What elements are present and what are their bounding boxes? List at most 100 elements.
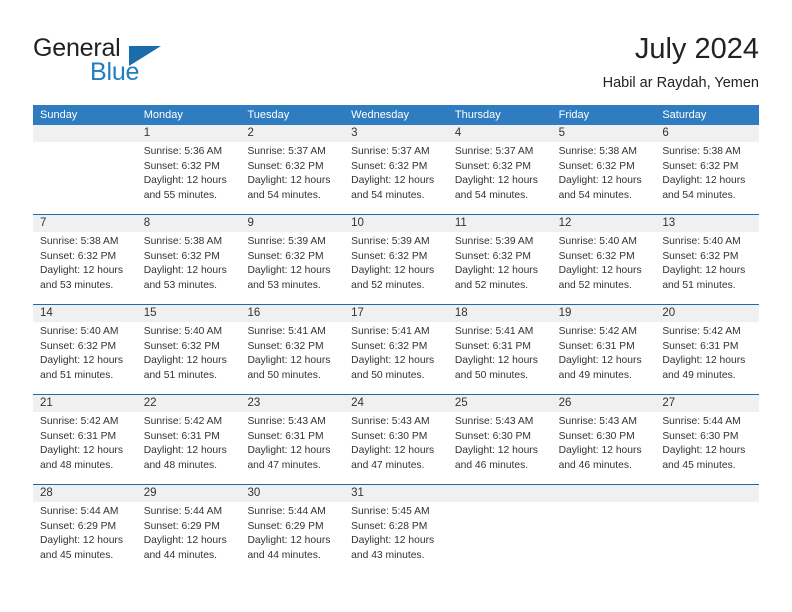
daylight-text-line2: and 46 minutes. — [454, 459, 529, 471]
day-number: 28 — [40, 487, 53, 499]
day-sun-info: Sunrise: 5:37 AM Sunset: 6:32 PM Daylight:… — [455, 145, 545, 203]
day-cell[interactable]: 28 Sunrise: 5:44 AM Sunset: 6:29 PM Dayligh… — [33, 485, 137, 574]
day-sun-info: Sunrise: 5:39 AM Sunset: 6:32 PM Daylight:… — [351, 235, 441, 293]
sunrise-text: Sunrise: 5:37 AM — [454, 146, 534, 157]
day-sun-info: Sunrise: 5:44 AM Sunset: 6:29 PM Daylight:… — [40, 505, 130, 563]
day-number: 24 — [351, 397, 364, 409]
sunset-text: Sunset: 6:31 PM — [454, 340, 532, 352]
day-cell[interactable]: 13 Sunrise: 5:40 AM Sunset: 6:32 PM Dayligh… — [655, 215, 759, 304]
sunset-text: Sunset: 6:32 PM — [143, 250, 220, 262]
daylight-text-line2: and 53 minutes. — [247, 279, 321, 291]
daylight-text-line1: Daylight: 12 hours — [662, 265, 746, 277]
day-cell[interactable]: 22 Sunrise: 5:42 AM Sunset: 6:31 PM Dayligh… — [137, 395, 241, 484]
daylight-text-line2: and 54 minutes. — [454, 189, 529, 201]
daylight-text-line1: Daylight: 12 hours — [454, 265, 538, 277]
daylight-text-line2: and 50 minutes. — [454, 369, 529, 381]
sunrise-text: Sunrise: 5:36 AM — [143, 146, 223, 157]
sunrise-text: Sunrise: 5:38 AM — [40, 236, 119, 247]
daylight-text-line1: Daylight: 12 hours — [143, 355, 227, 367]
daylight-text-line1: Daylight: 12 hours — [351, 535, 435, 547]
day-cell[interactable]: 16 Sunrise: 5:41 AM Sunset: 6:32 PM Dayligh… — [240, 305, 344, 394]
week-cells: 28 Sunrise: 5:44 AM Sunset: 6:29 PM Dayligh… — [33, 485, 759, 574]
day-sun-info: Sunrise: 5:41 AM Sunset: 6:31 PM Daylight:… — [455, 325, 545, 383]
day-number: 16 — [247, 307, 261, 319]
sunrise-text: Sunrise: 5:39 AM — [247, 236, 326, 247]
day-cell[interactable]: 11 Sunrise: 5:39 AM Sunset: 6:32 PM Dayligh… — [448, 215, 552, 304]
daylight-text-line1: Daylight: 12 hours — [247, 265, 331, 277]
day-sun-info: Sunrise: 5:42 AM Sunset: 6:31 PM Daylight:… — [662, 325, 752, 383]
day-cell[interactable]: 1 Sunrise: 5:36 AM Sunset: 6:32 PM Daylight… — [137, 125, 241, 214]
sunrise-text: Sunrise: 5:39 AM — [351, 236, 430, 247]
sunset-text: Sunset: 6:32 PM — [662, 250, 739, 262]
daylight-text-line1: Daylight: 12 hours — [247, 355, 331, 367]
page-subtitle: Habil ar Raydah, Yemen — [602, 75, 759, 91]
day-sun-info: Sunrise: 5:42 AM Sunset: 6:31 PM Daylight:… — [559, 325, 649, 383]
day-cell[interactable]: 14 Sunrise: 5:40 AM Sunset: 6:32 PM Dayligh… — [33, 305, 137, 394]
day-number: 31 — [351, 487, 364, 499]
day-cell[interactable]: 26 Sunrise: 5:43 AM Sunset: 6:30 PM Dayligh… — [552, 395, 656, 484]
sunset-text: Sunset: 6:32 PM — [351, 250, 428, 262]
sunset-text: Sunset: 6:32 PM — [40, 340, 117, 352]
day-cell[interactable]: 10 Sunrise: 5:39 AM Sunset: 6:32 PM Dayligh… — [344, 215, 448, 304]
sunset-text: Sunset: 6:31 PM — [247, 430, 324, 442]
sunset-text: Sunset: 6:32 PM — [454, 160, 532, 172]
day-sun-info: Sunrise: 5:44 AM Sunset: 6:29 PM Daylight:… — [247, 505, 337, 563]
sunrise-text: Sunrise: 5:41 AM — [247, 326, 326, 337]
general-blue-logo[interactable]: General Blue — [33, 32, 263, 90]
daylight-text-line1: Daylight: 12 hours — [351, 175, 435, 187]
sunset-text: Sunset: 6:30 PM — [454, 430, 532, 442]
day-cell[interactable]: 30 Sunrise: 5:44 AM Sunset: 6:29 PM Dayligh… — [240, 485, 344, 574]
day-cell[interactable]: 6 Sunrise: 5:38 AM Sunset: 6:32 PM Daylight… — [655, 125, 759, 214]
day-number: 22 — [143, 397, 157, 409]
day-cell[interactable]: 17 Sunrise: 5:41 AM Sunset: 6:32 PM Dayligh… — [344, 305, 448, 394]
sunrise-text: Sunrise: 5:43 AM — [454, 416, 534, 427]
day-cell[interactable]: 4 Sunrise: 5:37 AM Sunset: 6:32 PM Daylight… — [448, 125, 552, 214]
day-sun-info: Sunrise: 5:40 AM Sunset: 6:32 PM Daylight:… — [662, 235, 752, 293]
day-cell[interactable]: 25 Sunrise: 5:43 AM Sunset: 6:30 PM Dayligh… — [448, 395, 552, 484]
daylight-text-line2: and 43 minutes. — [351, 549, 425, 561]
day-cell[interactable]: 2 Sunrise: 5:37 AM Sunset: 6:32 PM Daylight… — [240, 125, 344, 214]
day-cell[interactable]: 31 Sunrise: 5:45 AM Sunset: 6:28 PM Dayligh… — [344, 485, 448, 574]
day-cell[interactable]: 24 Sunrise: 5:43 AM Sunset: 6:30 PM Dayligh… — [344, 395, 448, 484]
calendar-week-row: 1 Sunrise: 5:36 AM Sunset: 6:32 PM Daylight… — [33, 125, 759, 214]
day-cell[interactable]: 7 Sunrise: 5:38 AM Sunset: 6:32 PM Daylight… — [33, 215, 137, 304]
sunset-text: Sunset: 6:30 PM — [558, 430, 635, 442]
day-cell[interactable]: 9 Sunrise: 5:39 AM Sunset: 6:32 PM Daylight… — [240, 215, 344, 304]
weekday-wednesday: Wednesday — [351, 109, 410, 121]
day-cell[interactable]: 5 Sunrise: 5:38 AM Sunset: 6:32 PM Daylight… — [552, 125, 656, 214]
sunrise-text: Sunrise: 5:39 AM — [454, 236, 534, 247]
daylight-text-line2: and 54 minutes. — [558, 189, 632, 201]
daylight-text-line1: Daylight: 12 hours — [143, 175, 227, 187]
day-cell[interactable]: 29 Sunrise: 5:44 AM Sunset: 6:29 PM Dayligh… — [137, 485, 241, 574]
day-cell[interactable]: 8 Sunrise: 5:38 AM Sunset: 6:32 PM Daylight… — [137, 215, 241, 304]
day-cell[interactable]: 18 Sunrise: 5:41 AM Sunset: 6:31 PM Dayligh… — [448, 305, 552, 394]
day-sun-info: Sunrise: 5:42 AM Sunset: 6:31 PM Daylight:… — [144, 415, 234, 473]
daylight-text-line1: Daylight: 12 hours — [40, 535, 123, 547]
sunset-text: Sunset: 6:31 PM — [143, 430, 220, 442]
day-cell[interactable]: 23 Sunrise: 5:43 AM Sunset: 6:31 PM Dayligh… — [240, 395, 344, 484]
day-cell[interactable]: 20 Sunrise: 5:42 AM Sunset: 6:31 PM Dayligh… — [655, 305, 759, 394]
week-cells: 7 Sunrise: 5:38 AM Sunset: 6:32 PM Daylight… — [33, 215, 759, 304]
day-cell[interactable]: 19 Sunrise: 5:42 AM Sunset: 6:31 PM Dayligh… — [552, 305, 656, 394]
sunset-text: Sunset: 6:29 PM — [40, 520, 117, 532]
sunset-text: Sunset: 6:32 PM — [247, 250, 324, 262]
weekday-header-row: Sunday Monday Tuesday Wednesday Thursday… — [33, 105, 759, 125]
day-number: 29 — [143, 487, 157, 499]
daylight-text-line2: and 54 minutes. — [662, 189, 736, 201]
sunrise-text: Sunrise: 5:43 AM — [558, 416, 638, 427]
sunrise-text: Sunrise: 5:37 AM — [247, 146, 326, 157]
day-sun-info: Sunrise: 5:38 AM Sunset: 6:32 PM Daylight:… — [40, 235, 130, 293]
day-sun-info: Sunrise: 5:40 AM Sunset: 6:32 PM Daylight:… — [40, 325, 130, 383]
weekday-sunday: Sunday — [40, 109, 78, 121]
day-number: 8 — [143, 217, 151, 229]
day-cell[interactable]: 15 Sunrise: 5:40 AM Sunset: 6:32 PM Dayligh… — [137, 305, 241, 394]
day-cell[interactable]: 21 Sunrise: 5:42 AM Sunset: 6:31 PM Dayligh… — [33, 395, 137, 484]
day-cell[interactable]: 12 Sunrise: 5:40 AM Sunset: 6:32 PM Dayligh… — [552, 215, 656, 304]
daylight-text-line2: and 45 minutes. — [662, 459, 736, 471]
day-cell[interactable]: 27 Sunrise: 5:44 AM Sunset: 6:30 PM Dayligh… — [655, 395, 759, 484]
day-cell-empty — [655, 485, 759, 574]
day-cell[interactable]: 3 Sunrise: 5:37 AM Sunset: 6:32 PM Daylight… — [344, 125, 448, 214]
day-number: 7 — [40, 217, 47, 229]
day-number: 13 — [662, 217, 676, 229]
day-number: 3 — [351, 127, 358, 139]
